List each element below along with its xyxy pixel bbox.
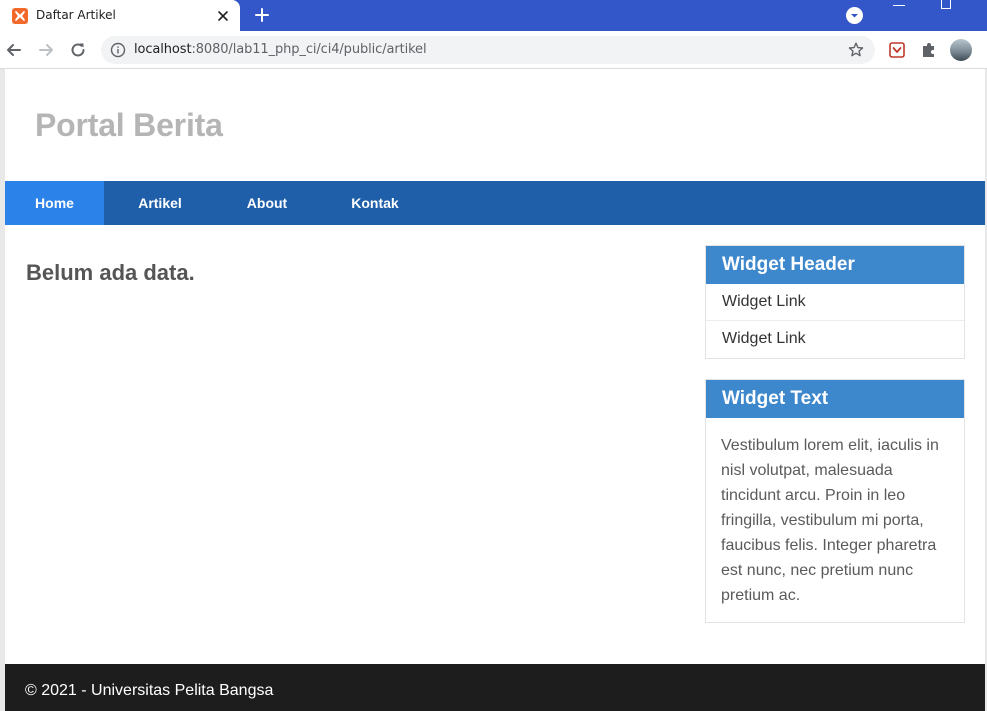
empty-state-message: Belum ada data. — [26, 260, 195, 285]
reload-icon[interactable] — [68, 40, 88, 60]
tab-title: Daftar Artikel — [36, 8, 116, 22]
avatar[interactable] — [950, 39, 972, 61]
browser-toolbar: localhost:8080/lab11_php_ci/ci4/public/a… — [0, 31, 987, 69]
xampp-icon — [12, 8, 28, 24]
widget-link[interactable]: Widget Link — [706, 321, 964, 358]
close-icon[interactable] — [213, 6, 233, 26]
address-bar[interactable]: localhost:8080/lab11_php_ci/ci4/public/a… — [101, 36, 875, 64]
nav-home[interactable]: Home — [5, 181, 104, 225]
widget-text-header: Widget Text — [706, 380, 964, 418]
links-widget: Widget Header Widget Link Widget Link — [705, 245, 965, 359]
widget-header: Widget Header — [706, 246, 964, 284]
maximize-icon[interactable] — [941, 0, 951, 9]
nav-artikel[interactable]: Artikel — [104, 181, 216, 225]
arrow-right-icon[interactable] — [36, 40, 56, 60]
arrow-left-icon[interactable] — [4, 40, 24, 60]
star-icon[interactable] — [847, 41, 865, 59]
url-path: :8080/lab11_php_ci/ci4/public/artikel — [191, 42, 427, 57]
url-text: localhost:8080/lab11_php_ci/ci4/public/a… — [134, 42, 427, 57]
site-header: Portal Berita — [5, 69, 985, 181]
url-host: localhost — [134, 42, 192, 57]
browser-tab[interactable]: Daftar Artikel — [0, 0, 240, 31]
shield-icon[interactable] — [887, 40, 907, 60]
minimize-icon[interactable] — [893, 5, 905, 6]
footer-copyright: © 2021 - Universitas Pelita Bangsa — [25, 682, 274, 699]
widget-link[interactable]: Widget Link — [706, 284, 964, 321]
widget-link-list: Widget Link Widget Link — [706, 284, 964, 358]
browser-tab-strip: Daftar Artikel — [0, 0, 987, 31]
info-icon[interactable] — [110, 42, 126, 58]
widget-text-body: Vestibulum lorem elit, iaculis in nisl v… — [721, 437, 939, 604]
site-title: Portal Berita — [35, 107, 223, 143]
text-widget: Widget Text Vestibulum lorem elit, iacul… — [705, 379, 965, 623]
chevron-down-icon[interactable] — [846, 7, 863, 24]
nav-kontak[interactable]: Kontak — [318, 181, 432, 225]
nav-about[interactable]: About — [216, 181, 318, 225]
plus-icon[interactable] — [252, 5, 272, 25]
site-footer: © 2021 - Universitas Pelita Bangsa — [5, 664, 985, 711]
page-container: Portal Berita Home Artikel About Kontak … — [5, 69, 985, 711]
main-nav: Home Artikel About Kontak — [5, 181, 985, 225]
puzzle-icon[interactable] — [919, 40, 939, 60]
